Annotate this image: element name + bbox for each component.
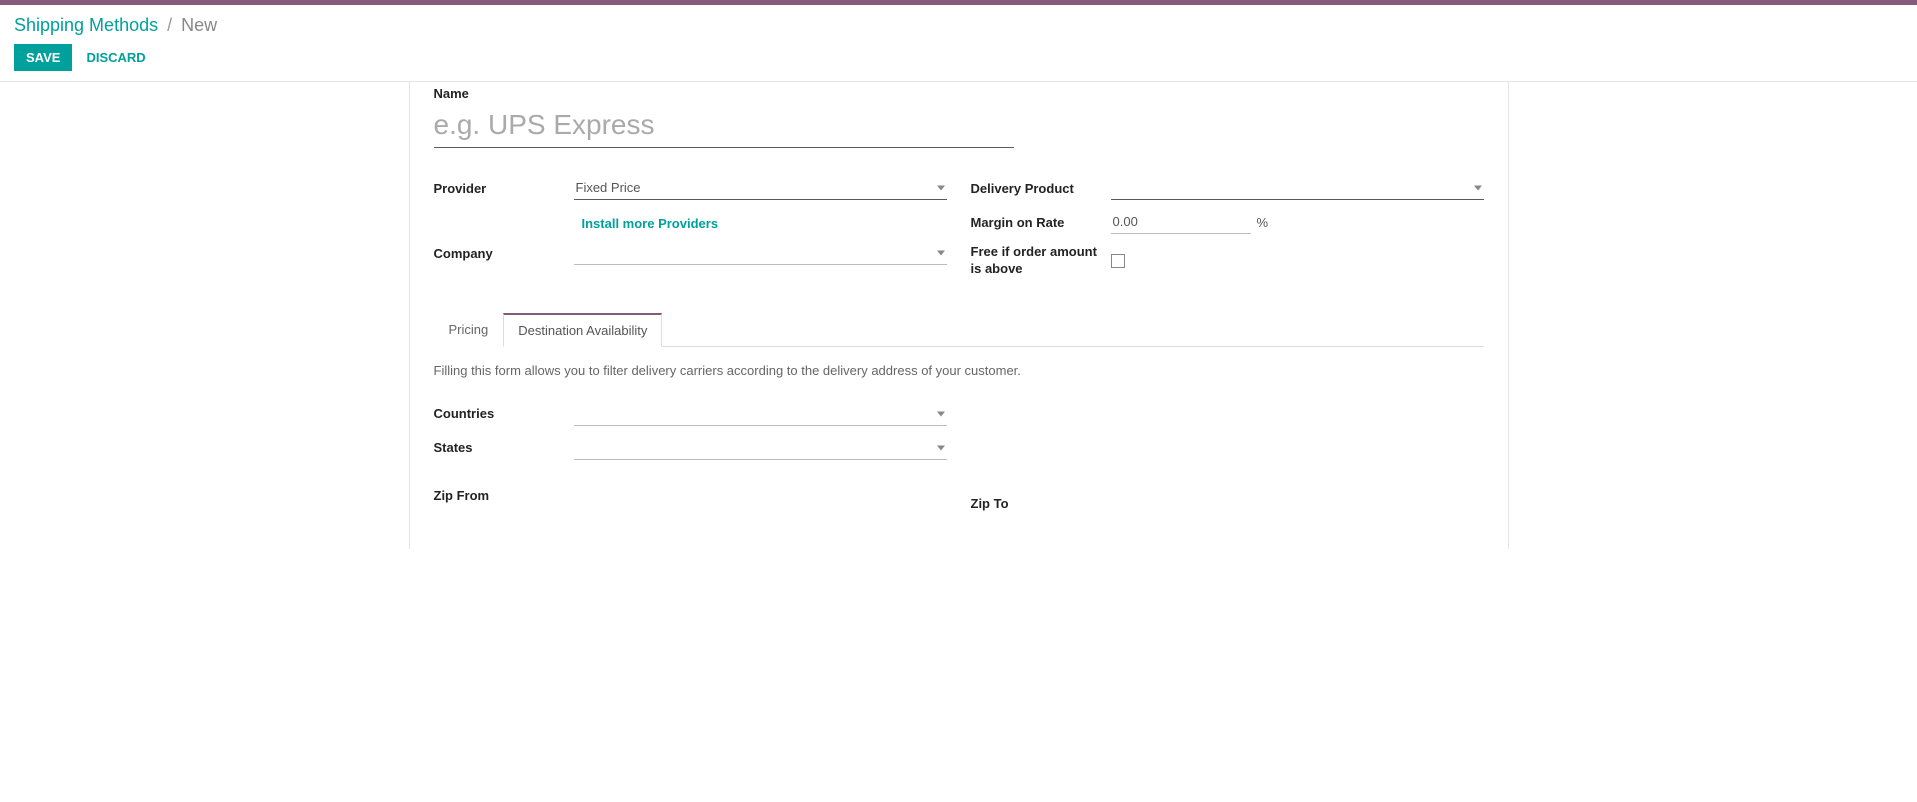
tab-description: Filling this form allows you to filter d… [434,347,1484,394]
company-select[interactable] [574,241,947,265]
provider-select[interactable] [574,176,947,200]
delivery-product-label: Delivery Product [971,181,1111,196]
name-label: Name [434,82,1484,103]
header: Shipping Methods / New SAVE DISCARD [0,5,1917,82]
tab-pricing[interactable]: Pricing [434,313,504,347]
header-actions: SAVE DISCARD [14,44,1903,71]
breadcrumb: Shipping Methods / New [14,15,1903,36]
countries-label: Countries [434,406,574,421]
delivery-product-select[interactable] [1111,176,1484,200]
breadcrumb-sep: / [167,15,172,35]
free-if-checkbox[interactable] [1111,254,1125,268]
name-input[interactable] [434,103,1014,148]
states-select[interactable] [574,436,947,460]
provider-label: Provider [434,181,574,196]
breadcrumb-current: New [181,15,217,35]
discard-button[interactable]: DISCARD [86,50,145,65]
states-label: States [434,440,574,455]
zip-from-label: Zip From [434,488,574,503]
zip-to-label: Zip To [971,496,1111,511]
save-button[interactable]: SAVE [14,44,72,71]
form-sheet: Name Provider Install more Providers Com… [409,82,1509,549]
tab-destination-availability[interactable]: Destination Availability [503,313,662,347]
zip-to-input[interactable] [1111,492,1484,515]
free-if-label: Free if order amount is above [971,244,1111,278]
tabs: Pricing Destination Availability [434,312,1484,347]
margin-label: Margin on Rate [971,215,1111,230]
install-providers-link[interactable]: Install more Providers [574,210,947,241]
form-scroll[interactable]: Name Provider Install more Providers Com… [0,82,1917,792]
margin-suffix: % [1257,215,1269,230]
breadcrumb-parent[interactable]: Shipping Methods [14,15,158,35]
company-label: Company [434,246,574,261]
margin-input[interactable] [1111,210,1251,234]
countries-select[interactable] [574,402,947,426]
zip-from-input[interactable] [574,484,947,507]
